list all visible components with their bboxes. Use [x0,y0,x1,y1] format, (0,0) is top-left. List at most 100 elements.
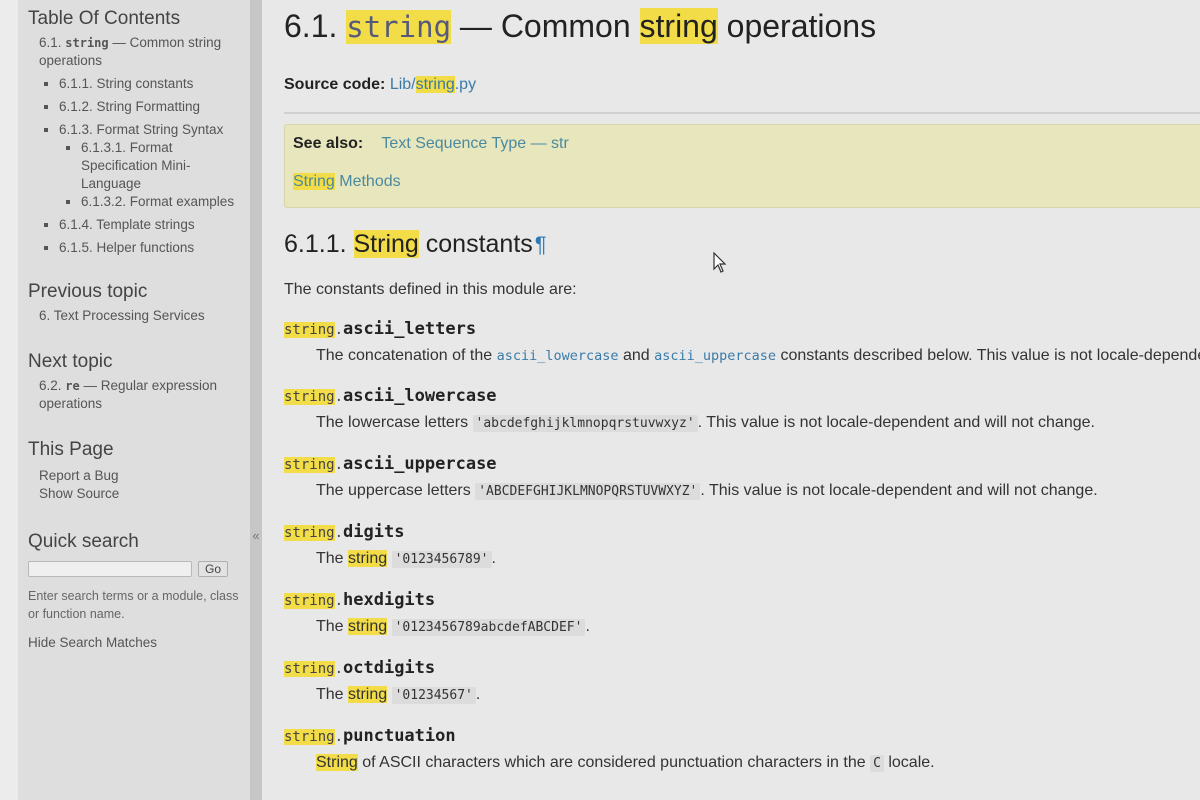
toc-heading: Table Of Contents [28,8,181,29]
module-prefix: string [284,457,335,473]
constant-entry: string.punctuation String of ASCII charac… [284,725,1200,774]
dot-separator: . [334,729,344,745]
see-also-label: See also: [293,135,364,152]
description-text: The [316,686,349,703]
report-bug-link[interactable]: Report a Bug [39,467,240,485]
hide-search-matches-link[interactable]: Hide Search Matches [28,635,240,650]
main-content: 6.1. string — Common string operations S… [284,0,1200,800]
constant-signature: string.ascii_uppercase [284,453,1200,475]
literal-value: C [870,755,884,772]
description-text [387,550,391,567]
see-also-link-string-methods[interactable]: String Methods [293,173,401,190]
dot-separator: . [334,389,344,405]
constant-signature: string.punctuation [284,725,1200,747]
literal-value: '01234567' [391,687,476,704]
search-highlight: String [316,754,358,771]
go-button[interactable]: Go [198,561,229,577]
previous-topic: Previous topic 6. Text Processing Servic… [28,281,240,325]
constant-signature: string.digits [284,521,1200,543]
next-topic: Next topic 6.2. re — Regular expression … [28,351,240,413]
toc-list: 6.1. string — Common string operations 6… [28,34,240,257]
constant-description: The string '0123456789'. [316,549,1200,570]
description-text: The [316,550,349,567]
constant-name: octdigits [343,658,436,678]
show-source-link[interactable]: Show Source [39,485,240,503]
this-page-heading: This Page [28,439,114,460]
constant-entry: string.ascii_lowercase The lowercase lett… [284,385,1200,434]
constant-name: hexdigits [343,590,436,610]
description-text: . This value is not locale-dependent and… [700,482,1098,499]
toc-item[interactable]: 6.1.2. String Formatting [59,98,240,116]
module-prefix: string [284,389,335,405]
search-highlight: string [348,686,388,703]
previous-topic-link[interactable]: 6. Text Processing Services [39,308,205,323]
description-text: The [316,618,349,635]
literal-value: 'abcdefghijklmnopqrstuvwxyz' [472,415,698,432]
constant-name: digits [343,522,405,542]
module-prefix: string [284,661,335,677]
description-text: . [491,550,496,567]
see-also-link-text-sequence[interactable]: Text Sequence Type — str [381,135,568,152]
constant-signature: string.octdigits [284,657,1200,679]
mouse-cursor-icon [713,252,727,273]
description-text: . This value is not locale-dependent and… [697,414,1095,431]
constant-description: The uppercase letters 'ABCDEFGHIJKLMNOPQ… [316,481,1200,502]
dot-separator: . [334,525,344,541]
module-prefix: string [284,729,335,745]
search-help: Enter search terms or a module, class or… [28,589,239,621]
reference-link[interactable]: ascii_lowercase [497,348,619,364]
section-heading: 6.1.1. String constants¶ [284,230,547,258]
this-page: This Page Report a Bug Show Source [28,439,240,503]
page-margin [0,0,18,800]
next-topic-heading: Next topic [28,351,113,372]
constant-name: punctuation [343,726,456,746]
toc-subitem[interactable]: 6.1.3.1. Format Specification Mini-Langu… [81,139,240,193]
quick-search: Quick search Go Enter search terms or a … [28,531,240,650]
module-prefix: string [284,322,335,338]
reference-link[interactable]: ascii_uppercase [654,348,776,364]
sidebar: Table Of Contents 6.1. string — Common s… [18,0,250,800]
collapse-sidebar-icon[interactable]: « [250,528,262,543]
toc-top-link[interactable]: 6.1. string — Common string operations [39,35,221,68]
search-highlight: string [348,550,388,567]
see-also-box: See also: Text Sequence Type — str Strin… [284,124,1200,208]
dot-separator: . [334,322,344,338]
constant-entry: string.digits The string '0123456789'. [284,521,1200,570]
constant-description: The string '0123456789abcdefABCDEF'. [316,617,1200,638]
toc-item[interactable]: 6.1.3. Format String Syntax 6.1.3.1. For… [59,121,240,211]
quick-search-heading: Quick search [28,531,139,552]
dot-separator: . [334,457,344,473]
module-prefix: string [284,525,335,541]
description-text [387,618,391,635]
toc-item[interactable]: 6.1.1. String constants [59,75,240,93]
constant-name: ascii_letters [343,319,477,339]
constant-entry: string.ascii_uppercase The uppercase lett… [284,453,1200,502]
search-input[interactable] [28,561,192,577]
description-text: constants described below. This value is… [776,347,1200,364]
description-text: The lowercase letters [316,414,473,431]
next-topic-link[interactable]: 6.2. re — Regular expression operations [39,378,217,411]
constants-list: string.ascii_letters The concatenation of… [284,318,1200,774]
sidebar-collapse-bar[interactable]: « [250,0,262,800]
toc-item[interactable]: 6.1.4. Template strings [59,216,240,234]
search-highlight: string [348,618,388,635]
constant-name: ascii_lowercase [343,386,497,406]
constant-description: The lowercase letters 'abcdefghijklmnopq… [316,413,1200,434]
page-title: 6.1. string — Common string operations [284,8,877,44]
toc-item[interactable]: 6.1.5. Helper functions [59,239,240,257]
description-text: . [475,686,481,703]
constant-name: ascii_uppercase [343,454,497,474]
dot-separator: . [334,593,344,609]
description-text [387,686,391,703]
toc-top-item[interactable]: 6.1. string — Common string operations 6… [39,34,240,257]
description-text: . [585,618,590,635]
source-code-link[interactable]: Lib/string.py [390,76,476,93]
literal-value: '0123456789' [391,551,492,568]
dot-separator: . [334,661,344,677]
description-text: of ASCII characters which are considered… [357,754,871,771]
permalink-icon[interactable]: ¶ [535,232,547,257]
toc-subitem[interactable]: 6.1.3.2. Format examples [81,193,240,211]
description-text: The uppercase letters [316,482,476,499]
divider [284,112,1200,114]
constant-description: String of ASCII characters which are con… [316,753,1200,774]
